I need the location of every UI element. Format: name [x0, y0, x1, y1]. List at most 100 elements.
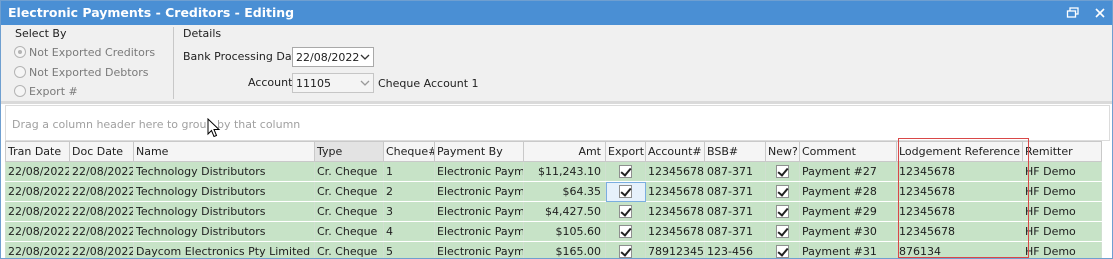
table-row[interactable]: 22/08/2022 22/08/2022 Daycom Electronics… [5, 241, 1102, 258]
cell-payment-by[interactable]: Electronic Paymer [434, 221, 524, 242]
cell-cheque[interactable]: 3 [383, 201, 435, 222]
cell-type[interactable]: Cr. Cheque [314, 161, 384, 182]
cell-tran-date[interactable]: 22/08/2022 [5, 221, 70, 242]
bank-processing-date-picker[interactable]: 22/08/2022 [292, 47, 374, 67]
cell-tran-date[interactable]: 22/08/2022 [5, 201, 70, 222]
cell-remitter[interactable]: HF Demo [1022, 201, 1102, 222]
group-by-panel[interactable]: Drag a column header here to group by th… [5, 105, 1110, 141]
cell-type[interactable]: Cr. Cheque [314, 181, 384, 202]
cell-type[interactable]: Cr. Cheque [314, 241, 384, 258]
cell-bsb[interactable]: 087-371 [704, 221, 766, 242]
cell-doc-date[interactable]: 22/08/2022 [69, 201, 134, 222]
cell-account[interactable]: 12345678 [645, 161, 705, 182]
column-header-lodgement-reference[interactable]: Lodgement Reference [896, 141, 1023, 162]
cell-doc-date[interactable]: 22/08/2022 [69, 221, 134, 242]
cell-remitter[interactable]: HF Demo [1022, 241, 1102, 258]
cell-bsb[interactable]: 087-371 [704, 201, 766, 222]
cell-export[interactable] [605, 201, 646, 222]
cell-tran-date[interactable]: 22/08/2022 [5, 241, 70, 258]
cell-comment[interactable]: Payment #29 [799, 201, 897, 222]
cell-doc-date[interactable]: 22/08/2022 [69, 241, 134, 258]
account-select[interactable]: 11105 [292, 73, 374, 93]
cell-doc-date[interactable]: 22/08/2022 [69, 161, 134, 182]
cell-account[interactable]: 78912345 [645, 241, 705, 258]
cell-payment-by[interactable]: Electronic Paymer [434, 161, 524, 182]
cell-tran-date[interactable]: 22/08/2022 [5, 181, 70, 202]
cell-tran-date[interactable]: 22/08/2022 [5, 161, 70, 182]
cell-export[interactable] [605, 221, 646, 242]
cell-payment-by[interactable]: Electronic Paymer [434, 201, 524, 222]
column-header-name[interactable]: Name [133, 141, 315, 162]
column-header-bsb[interactable]: BSB# [704, 141, 766, 162]
chevron-down-icon[interactable] [360, 79, 370, 87]
cell-comment[interactable]: Payment #28 [799, 181, 897, 202]
column-header-doc-date[interactable]: Doc Date [69, 141, 134, 162]
cell-amt[interactable]: $11,243.10 [523, 161, 606, 182]
export-checkbox[interactable] [619, 225, 632, 239]
export-checkbox[interactable] [619, 165, 632, 179]
cell-cheque[interactable]: 5 [383, 241, 435, 258]
cell-cheque[interactable]: 2 [383, 181, 435, 202]
cell-lodgement-reference[interactable]: 12345678 [896, 161, 1023, 182]
column-header-tran-date[interactable]: Tran Date [5, 141, 70, 162]
cell-remitter[interactable]: HF Demo [1022, 181, 1102, 202]
cell-lodgement-reference[interactable]: 12345678 [896, 221, 1023, 242]
cell-amt[interactable]: $4,427.50 [523, 201, 606, 222]
cell-account[interactable]: 12345678 [645, 201, 705, 222]
radio-export-number[interactable]: Export # [14, 83, 78, 99]
column-header-payment-by[interactable]: Payment By [434, 141, 524, 162]
cell-new[interactable] [765, 241, 800, 258]
cell-name[interactable]: Daycom Electronics Pty Limited [133, 241, 315, 258]
column-header-type[interactable]: Type [314, 141, 384, 162]
chevron-down-icon[interactable] [360, 53, 370, 61]
cell-account[interactable]: 12345678 [645, 221, 705, 242]
cell-amt[interactable]: $64.35 [523, 181, 606, 202]
cell-lodgement-reference[interactable]: 12345678 [896, 201, 1023, 222]
cell-comment[interactable]: Payment #27 [799, 161, 897, 182]
table-row[interactable]: 22/08/2022 22/08/2022 Technology Distrib… [5, 161, 1102, 182]
cell-cheque[interactable]: 4 [383, 221, 435, 242]
cell-lodgement-reference[interactable]: 876134 [896, 241, 1023, 258]
cell-export[interactable] [605, 241, 646, 258]
cell-type[interactable]: Cr. Cheque [314, 201, 384, 222]
cell-export[interactable] [605, 161, 646, 182]
new-checkbox[interactable] [776, 185, 789, 199]
cell-cheque[interactable]: 1 [383, 161, 435, 182]
column-header-cheque[interactable]: Cheque# [383, 141, 435, 162]
cell-amt[interactable]: $165.00 [523, 241, 606, 258]
column-header-account[interactable]: Account# [645, 141, 705, 162]
cell-new[interactable] [765, 201, 800, 222]
radio-not-exported-creditors[interactable]: Not Exported Creditors [14, 44, 155, 60]
cell-payment-by[interactable]: Electronic Paymer [434, 241, 524, 258]
export-checkbox[interactable] [619, 185, 632, 199]
radio-not-exported-debtors[interactable]: Not Exported Debtors [14, 64, 149, 80]
cell-lodgement-reference[interactable]: 12345678 [896, 181, 1023, 202]
cell-new[interactable] [765, 221, 800, 242]
cell-export-focused[interactable] [605, 181, 646, 202]
table-row[interactable]: 22/08/2022 22/08/2022 Technology Distrib… [5, 221, 1102, 242]
table-row[interactable]: 22/08/2022 22/08/2022 Technology Distrib… [5, 181, 1102, 202]
column-header-remitter[interactable]: Remitter [1022, 141, 1102, 162]
new-checkbox[interactable] [776, 245, 789, 258]
export-checkbox[interactable] [619, 205, 632, 219]
cell-bsb[interactable]: 087-371 [704, 161, 766, 182]
new-checkbox[interactable] [776, 165, 789, 179]
cell-new[interactable] [765, 161, 800, 182]
close-icon[interactable] [1093, 6, 1107, 20]
cell-payment-by[interactable]: Electronic Paymer [434, 181, 524, 202]
new-checkbox[interactable] [776, 205, 789, 219]
cell-comment[interactable]: Payment #31 [799, 241, 897, 258]
cell-name[interactable]: Technology Distributors [133, 181, 315, 202]
cell-account[interactable]: 12345678 [645, 181, 705, 202]
cell-name[interactable]: Technology Distributors [133, 161, 315, 182]
cell-type[interactable]: Cr. Cheque [314, 221, 384, 242]
cell-comment[interactable]: Payment #30 [799, 221, 897, 242]
column-header-export[interactable]: Export [605, 141, 646, 162]
cell-remitter[interactable]: HF Demo [1022, 161, 1102, 182]
new-checkbox[interactable] [776, 225, 789, 239]
table-row[interactable]: 22/08/2022 22/08/2022 Technology Distrib… [5, 201, 1102, 222]
cell-doc-date[interactable]: 22/08/2022 [69, 181, 134, 202]
cell-amt[interactable]: $105.60 [523, 221, 606, 242]
cell-bsb[interactable]: 123-456 [704, 241, 766, 258]
column-header-new[interactable]: New? [765, 141, 800, 162]
